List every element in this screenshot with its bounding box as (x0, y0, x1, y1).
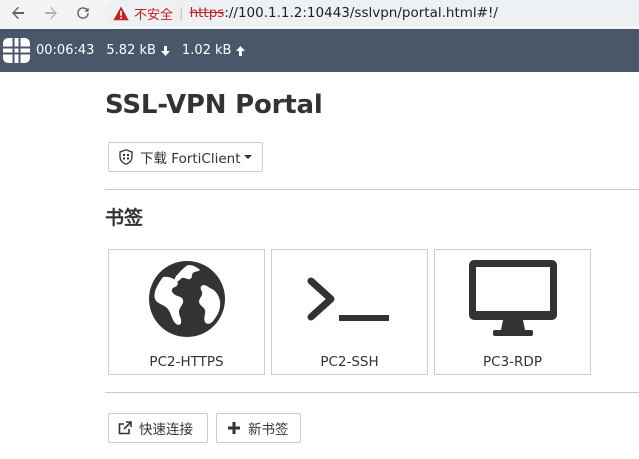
chevron-down-icon (243, 155, 252, 159)
quick-connect-label: 快速连接 (139, 422, 193, 438)
new-bookmark-label: 新书签 (248, 422, 289, 438)
back-arrow-icon[interactable] (8, 3, 28, 23)
warning-icon[interactable] (113, 5, 129, 21)
divider (105, 392, 639, 393)
plus-icon (228, 422, 240, 434)
divider (105, 189, 639, 190)
download-arrow-icon (160, 45, 170, 56)
portal-header-bar: 00:06:43 5.82 kB 1.02 kB (0, 29, 639, 72)
bookmarks-heading: 书签 (105, 207, 144, 229)
monitor-icon (468, 260, 557, 336)
url-text: ://100.1.1.2:10443/sslvpn/portal.html#!/ (224, 5, 498, 21)
download-forticlient-label: 下载 FortiClient (140, 151, 241, 167)
address-bar[interactable]: 不安全 | https://100.1.1.2:10443/sslvpn/por… (104, 0, 639, 26)
forward-arrow-icon[interactable] (41, 3, 61, 23)
upload-arrow-icon (236, 45, 246, 56)
page-title: SSL-VPN Portal (105, 90, 323, 120)
globe-icon (148, 261, 225, 337)
reload-icon[interactable] (73, 3, 93, 23)
external-link-icon (118, 421, 132, 435)
terminal-icon (307, 277, 389, 321)
bookmark-card-pc2-ssh[interactable]: PC2-SSH (271, 249, 428, 375)
session-time: 00:06:43 (36, 43, 95, 58)
fortinet-logo (3, 38, 30, 63)
download-bytes: 5.82 kB (106, 43, 156, 58)
bookmark-label: PC2-SSH (320, 354, 379, 370)
url-scheme: https (189, 5, 225, 21)
upload-stat: 1.02 kB (182, 43, 246, 58)
security-status[interactable]: 不安全 (134, 4, 173, 23)
upload-bytes: 1.02 kB (181, 43, 232, 58)
new-bookmark-button[interactable]: 新书签 (216, 413, 301, 443)
bookmark-label: PC2-HTTPS (149, 354, 224, 370)
quick-connect-button[interactable]: 快速连接 (108, 413, 208, 443)
browser-toolbar: 不安全 | https://100.1.1.2:10443/sslvpn/por… (0, 0, 639, 29)
bookmark-card-pc2-https[interactable]: PC2-HTTPS (108, 249, 265, 375)
bookmark-label: PC3-RDP (483, 354, 542, 370)
separator: | (179, 5, 184, 21)
bookmark-card-pc3-rdp[interactable]: PC3-RDP (434, 249, 591, 375)
session-timer: 00:06:43 (36, 43, 94, 58)
download-forticlient-button[interactable]: 下载 FortiClient (108, 142, 263, 172)
shield-icon (119, 149, 133, 165)
download-stat: 5.82 kB (106, 43, 170, 58)
